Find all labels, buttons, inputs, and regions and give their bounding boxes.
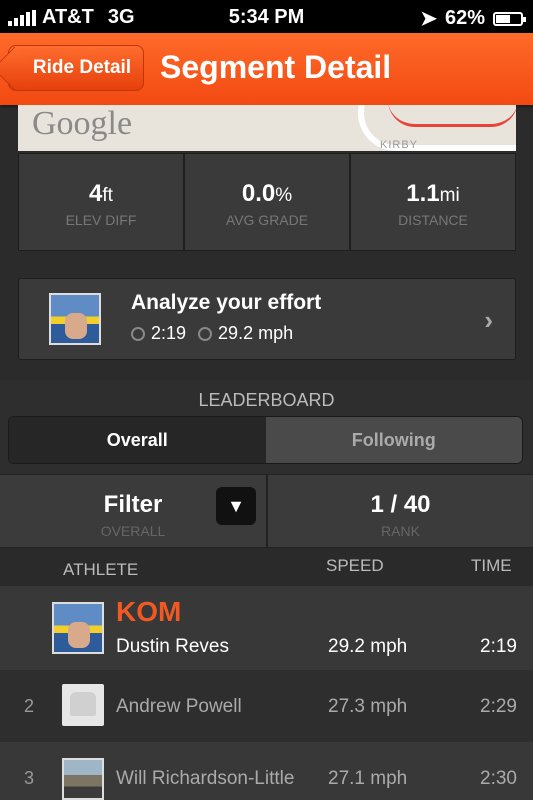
leaderboard-heading: LEADERBOARD xyxy=(198,390,335,410)
stat-avg-grade: 0.0% AVG GRADE xyxy=(184,153,350,251)
filter-value: OVERALL xyxy=(100,523,166,539)
table-row[interactable]: 2 Andrew Powell 27.3 mph 2:29 xyxy=(0,670,533,742)
avatar-placeholder-icon xyxy=(62,684,104,726)
stat-value: 0.0 xyxy=(241,180,276,207)
leaderboard-segmented-control: Overall Following xyxy=(8,416,523,464)
status-bar: AT&T 3G 5:34 PM ➤ 62% xyxy=(0,0,533,33)
athlete-speed: 29.2 mph xyxy=(328,636,408,657)
athlete-time: 2:30 xyxy=(480,768,517,789)
stat-label: AVG GRADE xyxy=(225,212,309,228)
stat-value: 1.1 xyxy=(406,180,440,207)
map-street-label: KIRBY xyxy=(380,139,419,151)
page-title: Segment Detail xyxy=(160,49,392,85)
back-button-label: Ride Detail xyxy=(32,57,132,78)
battery-percent: 62% xyxy=(444,7,485,29)
tab-overall[interactable]: Overall xyxy=(9,417,266,463)
athlete-rank: 3 xyxy=(24,768,35,788)
tab-following[interactable]: Following xyxy=(265,417,522,463)
athlete-name: Andrew Powell xyxy=(116,696,242,717)
chevron-right-icon: › xyxy=(484,305,493,335)
nav-bar: Ride Detail Segment Detail xyxy=(0,33,533,105)
leaderboard-header: LEADERBOARD Overall Following xyxy=(0,380,533,474)
segment-stats: 4ft ELEV DIFF 0.0% AVG GRADE 1.1mi DISTA… xyxy=(18,153,516,251)
athlete-speed: 27.3 mph xyxy=(328,696,408,717)
table-row[interactable]: KOM Dustin Reves 29.2 mph 2:19 xyxy=(0,586,533,670)
status-right: ➤ 62% xyxy=(420,6,526,31)
athlete-name: Dustin Reves xyxy=(116,636,229,657)
stat-unit: ft xyxy=(102,185,113,206)
stat-unit: % xyxy=(275,185,293,206)
column-speed: SPEED xyxy=(326,556,384,575)
effort-time: 2:19 xyxy=(151,323,187,343)
stat-elev-diff: 4ft ELEV DIFF xyxy=(18,153,184,251)
athlete-time: 2:19 xyxy=(480,636,517,657)
rank-label: RANK xyxy=(381,523,420,539)
rank-value: 1 / 40 xyxy=(370,491,431,518)
segment-map[interactable]: Google KIRBY xyxy=(18,105,516,151)
avatar xyxy=(49,293,101,345)
stat-label: ELEV DIFF xyxy=(65,212,137,228)
athlete-speed: 27.1 mph xyxy=(328,768,408,789)
table-row[interactable]: 3 Will Richardson-Little 27.1 mph 2:30 xyxy=(0,742,533,800)
athlete-time: 2:29 xyxy=(480,696,517,717)
avatar xyxy=(62,758,104,800)
athlete-name: Will Richardson-Little xyxy=(116,768,295,789)
filter-bar: Filter OVERALL ▼ 1 / 40 RANK xyxy=(0,474,533,548)
stat-distance: 1.1mi DISTANCE xyxy=(350,153,516,251)
stat-label: DISTANCE xyxy=(398,212,468,228)
map-route xyxy=(388,105,516,127)
speedometer-icon xyxy=(198,326,213,341)
athlete-rank: 2 xyxy=(24,696,35,716)
location-arrow-icon: ➤ xyxy=(420,8,437,30)
battery-icon xyxy=(493,11,526,26)
back-button[interactable]: Ride Detail xyxy=(8,45,144,91)
leaderboard-column-header: ATHLETE SPEED TIME xyxy=(0,548,533,586)
column-athlete: ATHLETE xyxy=(63,560,139,579)
analyze-meta: 2:19 29.2 mph xyxy=(131,323,293,344)
clock-icon xyxy=(131,326,145,341)
avatar xyxy=(52,602,104,654)
stat-value: 4 xyxy=(89,180,103,207)
dropdown-arrow-icon[interactable]: ▼ xyxy=(216,487,256,525)
effort-speed: 29.2 mph xyxy=(218,323,294,343)
analyze-effort-cell[interactable]: Analyze your effort 2:19 29.2 mph › xyxy=(18,278,516,360)
google-logo: Google xyxy=(32,105,133,142)
analyze-title: Analyze your effort xyxy=(131,291,322,314)
stat-unit: mi xyxy=(439,185,460,206)
column-time: TIME xyxy=(471,556,512,575)
kom-label: KOM xyxy=(116,596,182,627)
